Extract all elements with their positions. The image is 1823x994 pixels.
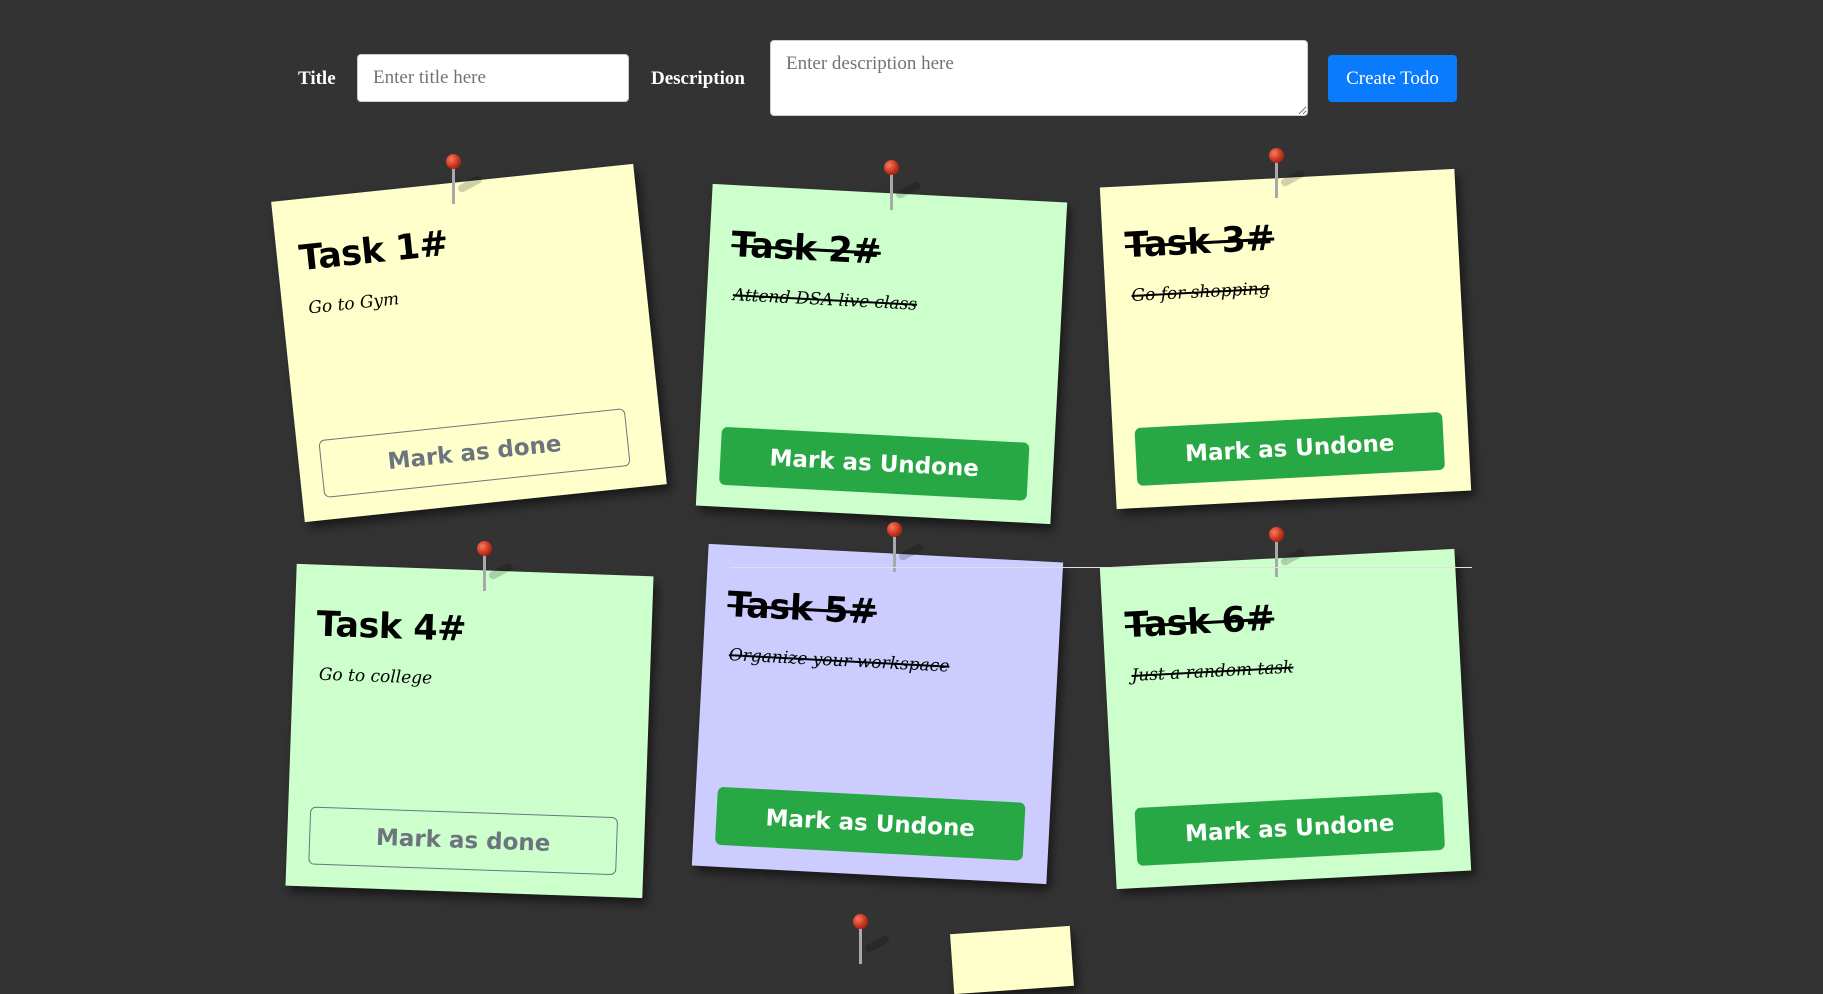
todo-card: Task 3# Go for shopping Mark as Undone	[1099, 168, 1472, 510]
mark-done-button[interactable]: Mark as done	[308, 806, 619, 876]
todo-card: Task 1# Go to Gym Mark as done	[271, 163, 667, 523]
description-label: Description	[651, 68, 745, 89]
todo-card-partial	[950, 925, 1074, 994]
create-todo-button[interactable]: Create Todo	[1328, 55, 1457, 102]
todo-description: Attend DSA live class	[732, 285, 918, 315]
description-input[interactable]	[770, 40, 1308, 116]
mark-undone-button[interactable]: Mark as Undone	[1134, 791, 1446, 866]
todo-description: Go to college	[318, 664, 433, 689]
pin-icon	[850, 914, 891, 964]
pin-icon	[884, 522, 925, 572]
mark-undone-button[interactable]: Mark as Undone	[714, 786, 1026, 861]
mark-done-button[interactable]: Mark as done	[318, 408, 631, 498]
todo-title: Task 3#	[1123, 218, 1276, 267]
todo-description: Organize your workspace	[728, 645, 950, 677]
pin-icon	[881, 160, 922, 210]
pin-icon	[474, 541, 515, 591]
todo-description: Go to Gym	[307, 289, 401, 319]
todo-description: Go for shopping	[1131, 278, 1271, 306]
pin-icon	[1266, 148, 1307, 198]
todo-description: Just a random task	[1131, 657, 1294, 686]
todo-card: Task 6# Just a random task Mark as Undon…	[1099, 548, 1472, 890]
todo-title: Task 5#	[726, 585, 878, 633]
divider	[730, 567, 1472, 568]
title-input[interactable]	[357, 54, 629, 102]
pin-icon	[443, 154, 484, 204]
pin-icon	[1266, 527, 1307, 577]
mark-undone-button[interactable]: Mark as Undone	[1134, 411, 1446, 486]
mark-undone-button[interactable]: Mark as Undone	[718, 426, 1030, 501]
todo-title: Task 2#	[730, 225, 882, 273]
todo-card: Task 5# Organize your workspace Mark as …	[691, 543, 1064, 885]
todo-form: Title Description Create Todo	[0, 0, 1823, 130]
todo-title: Task 4#	[315, 604, 467, 650]
todo-title: Task 6#	[1123, 598, 1276, 647]
title-label: Title	[298, 68, 336, 89]
todo-card: Task 4# Go to college Mark as done	[285, 563, 654, 899]
todo-card: Task 2# Attend DSA live class Mark as Un…	[695, 183, 1068, 525]
todo-title: Task 1#	[297, 223, 451, 280]
